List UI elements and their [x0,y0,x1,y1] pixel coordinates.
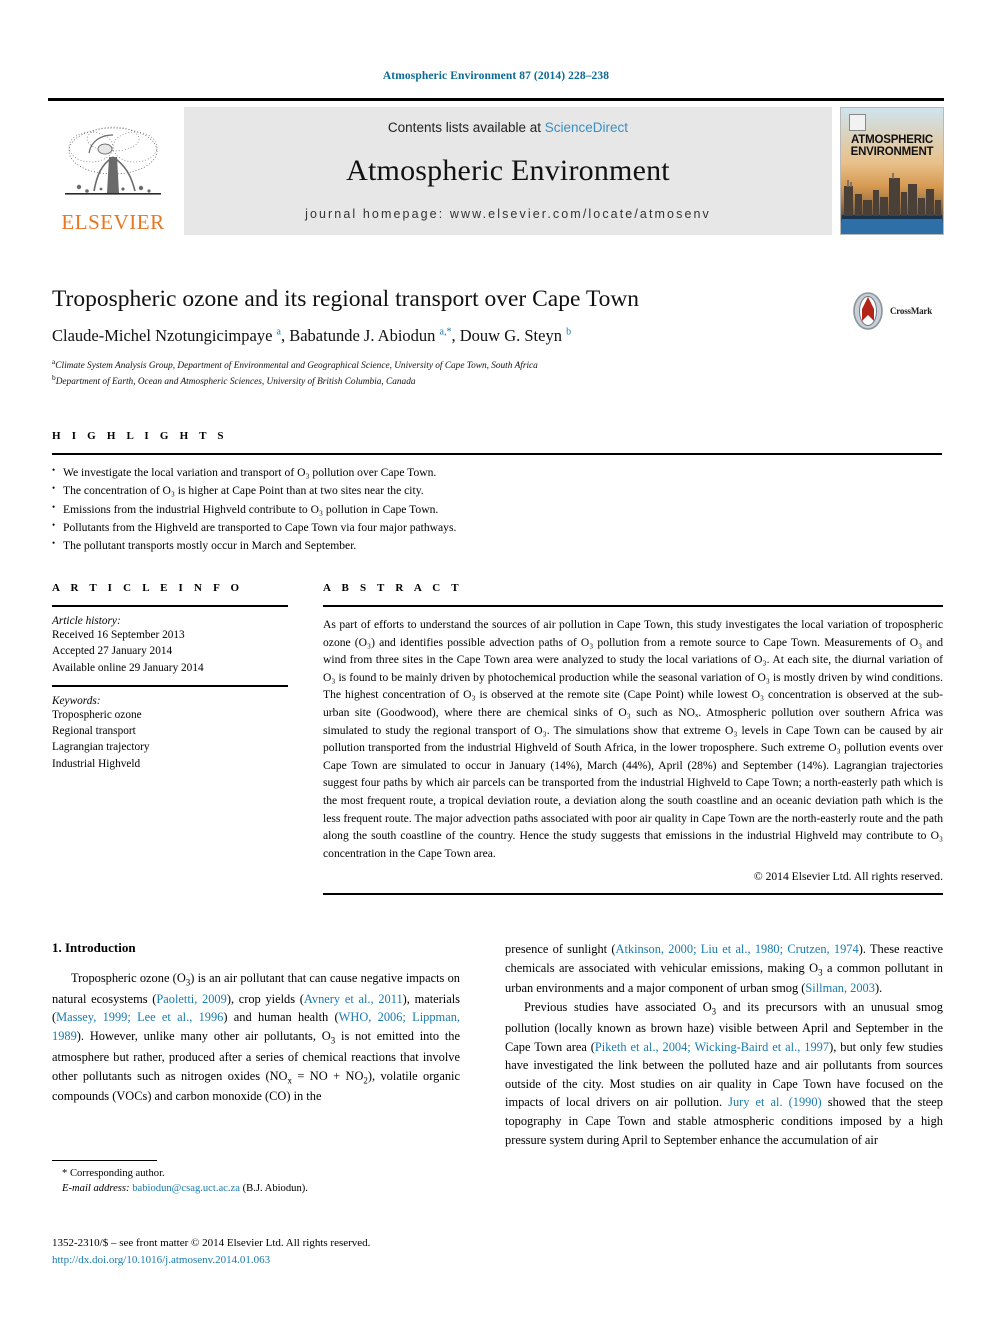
cover-title-line2: ENVIRONMENT [850,146,934,159]
highlights-section: H I G H L I G H T S We investigate the l… [52,430,942,556]
footnote-divider [52,1160,157,1161]
introduction-right-column: presence of sunlight (Atkinson, 2000; Li… [505,940,943,1149]
article-info-divider-mid [52,684,288,687]
email-suffix: (B.J. Abiodun). [242,1183,308,1195]
list-item: The concentration of O₃ is higher at Cap… [52,481,942,500]
affiliation-a-text: Climate System Analysis Group, Departmen… [55,361,538,372]
keywords-label: Keywords: [52,694,101,707]
cover-title: ATMOSPHERIC ENVIRONMENT [841,134,943,158]
affiliation-b-text: Department of Earth, Ocean and Atmospher… [55,377,416,388]
section-heading-introduction: 1. Introduction [52,940,136,955]
list-item: We investigate the local variation and t… [52,463,942,482]
paper-page: Atmospheric Environment 87 (2014) 228–23… [0,0,992,1323]
abstract-divider [323,605,943,607]
elsevier-logo: ELSEVIER [48,107,178,235]
sciencedirect-link[interactable]: ScienceDirect [545,120,628,135]
crossmark-badge[interactable]: CrossMark [848,288,944,334]
email-line: E-mail address: babiodun@csag.uct.ac.za … [52,1181,460,1196]
page-title: Tropospheric ozone and its regional tran… [52,286,640,312]
abstract-section: A B S T R A C T As part of efforts to un… [323,582,943,895]
intro-paragraph-1: Tropospheric ozone (O3) is an air pollut… [52,971,460,1104]
corresponding-author-line: * Corresponding author. [62,1168,165,1179]
highlights-list: We investigate the local variation and t… [52,463,942,556]
abstract-text: As part of efforts to understand the sou… [323,618,943,860]
keyword-item: Regional transport [52,725,136,738]
intro-paragraph-1-continued: presence of sunlight (Atkinson, 2000; Li… [505,942,943,996]
article-history-label: Article history: [52,615,121,627]
author-list: Claude-Michel Nzotungicimpaye a, Babatun… [52,326,572,346]
cover-publisher-mark-icon [849,114,866,131]
article-info-section: A R T I C L E I N F O Article history: R… [52,582,288,772]
article-history-accepted: Accepted 27 January 2014 [52,645,173,658]
email-link[interactable]: babiodun@csag.uct.ac.za [132,1183,240,1194]
crossmark-icon [853,292,883,330]
list-item: The pollutant transports mostly occur in… [52,536,942,555]
article-info-divider-top [52,605,288,607]
highlights-heading: H I G H L I G H T S [52,430,228,442]
cover-skyline-illustration [842,173,942,234]
list-item: Pollutants from the Highveld are transpo… [52,518,942,537]
keyword-item: Lagrangian trajectory [52,741,150,754]
intro-paragraph-2: Previous studies have associated O3 and … [505,1000,943,1147]
keyword-item: Industrial Highveld [52,757,141,770]
journal-homepage-line[interactable]: journal homepage: www.elsevier.com/locat… [305,207,711,221]
article-history-online: Available online 29 January 2014 [52,661,204,674]
list-item: Emissions from the industrial Highveld c… [52,500,942,519]
affiliation-b: bDepartment of Earth, Ocean and Atmosphe… [52,373,842,389]
page-footer: 1352-2310/$ – see front matter © 2014 El… [52,1235,552,1268]
abstract-heading: A B S T R A C T [323,582,463,594]
running-head: Atmospheric Environment 87 (2014) 228–23… [382,70,610,82]
journal-masthead: ELSEVIER Contents lists available at Sci… [48,98,944,235]
introduction-left-column: 1. Introduction Tropospheric ozone (O3) … [52,940,460,1106]
abstract-copyright: © 2014 Elsevier Ltd. All rights reserved… [753,869,943,883]
masthead-center-panel: Contents lists available at ScienceDirec… [184,107,832,235]
issn-copyright-line: 1352-2310/$ – see front matter © 2014 El… [52,1237,371,1249]
article-info-heading: A R T I C L E I N F O [52,582,244,594]
elsevier-wordmark: ELSEVIER [61,210,165,234]
contents-prefix: Contents lists available at [387,120,542,135]
journal-title: Atmospheric Environment [346,154,670,187]
elsevier-tree-icon [65,126,161,195]
corresponding-author-footnote: * Corresponding author. E-mail address: … [52,1160,460,1197]
journal-cover-thumbnail: ATMOSPHERIC ENVIRONMENT [840,107,944,235]
crossmark-label: CrossMark [890,306,933,316]
article-history-received: Received 16 September 2013 [52,629,185,641]
abstract-bottom-divider [323,892,943,895]
highlights-divider [52,453,942,455]
doi-link[interactable]: http://dx.doi.org/10.1016/j.atmosenv.201… [52,1252,552,1269]
keyword-item: Tropospheric ozone [52,708,142,721]
email-label: E-mail address: [62,1183,130,1195]
contents-available-line: Contents lists available at ScienceDirec… [388,120,628,135]
cover-title-line1: ATMOSPHERIC [851,134,933,146]
affiliation-a: aClimate System Analysis Group, Departme… [52,357,842,373]
article-title-block: Tropospheric ozone and its regional tran… [52,285,842,390]
